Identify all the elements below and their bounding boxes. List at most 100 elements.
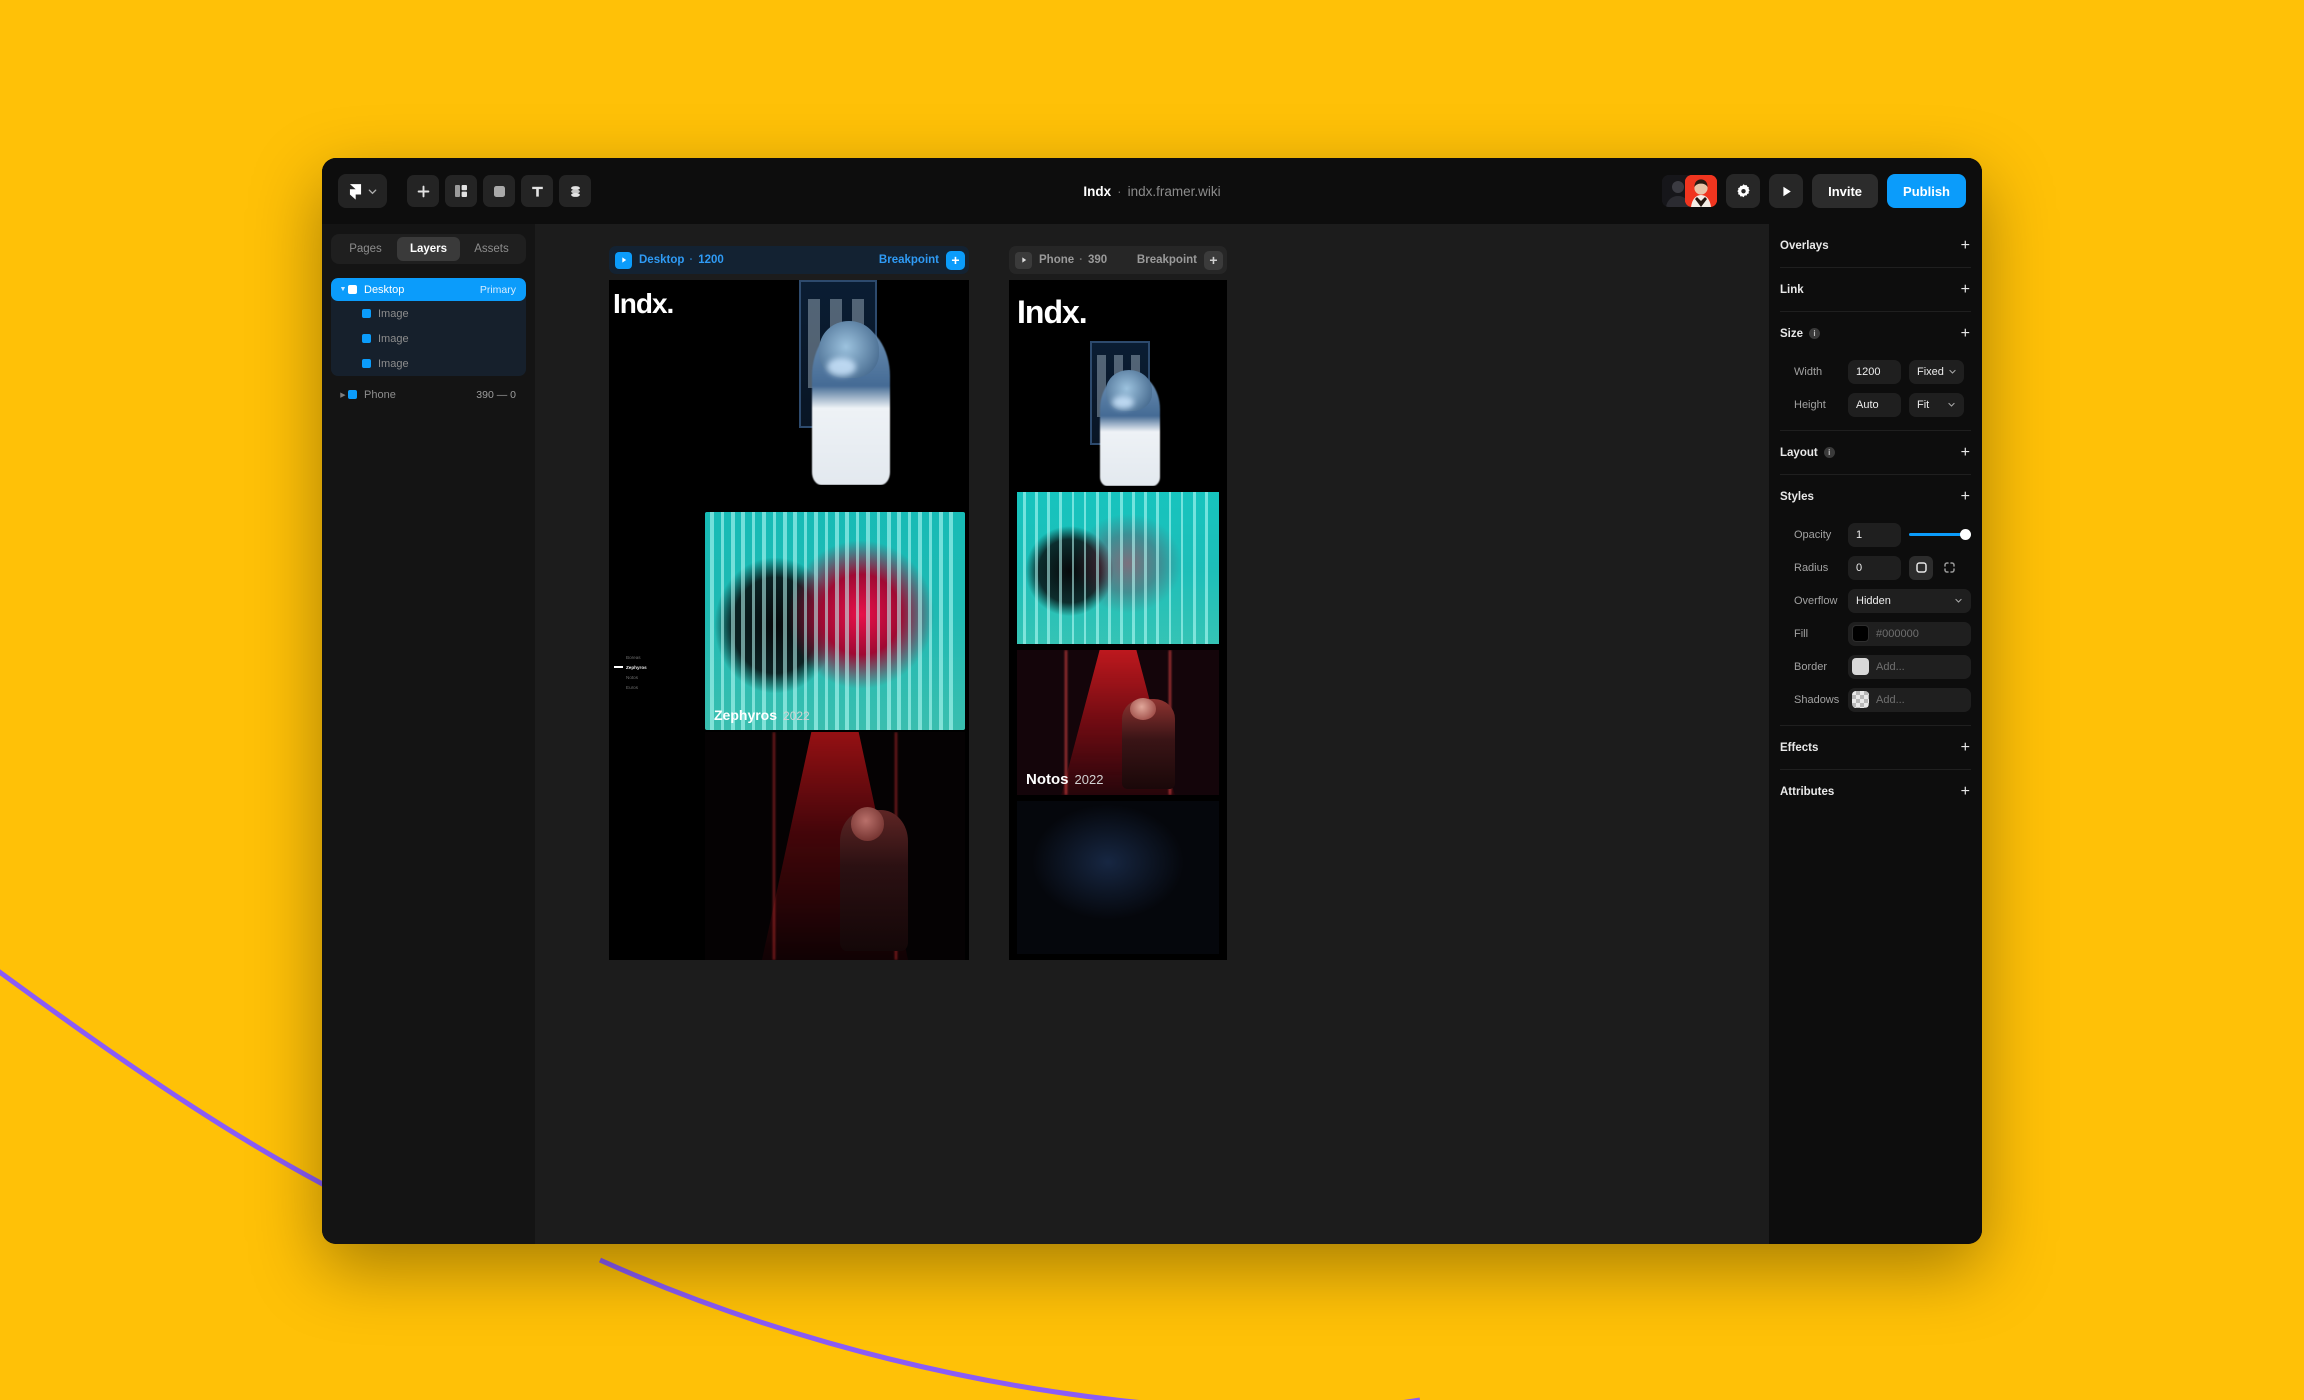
insert-button[interactable] — [407, 175, 439, 207]
shadows-control[interactable]: Add... — [1848, 687, 1971, 712]
design-canvas[interactable]: Desktop · 1200 Breakpoint + Indx. Boreas… — [535, 224, 1769, 1244]
frame-play-icon[interactable] — [615, 251, 632, 269]
disclosure-triangle-icon[interactable]: ▼ — [338, 286, 348, 293]
site-logo-phone: Indx. — [1017, 294, 1088, 330]
add-overlay-button[interactable]: + — [1960, 236, 1971, 256]
frame-breakpoint-label[interactable]: Breakpoint — [879, 254, 939, 266]
nav-item-zephyros[interactable]: Zephyros — [614, 662, 647, 672]
layer-badge: 390 — 0 — [476, 388, 516, 401]
shadows-placeholder: Add... — [1876, 693, 1905, 706]
radius-input[interactable]: 0 — [1848, 555, 1901, 580]
section-title: Styles — [1780, 490, 1814, 503]
section-overlays: Overlays + — [1780, 224, 1971, 267]
document-name: Indx — [1083, 183, 1112, 199]
artwork-vertical-bars — [705, 512, 965, 730]
frame-add-breakpoint-button[interactable]: + — [1204, 250, 1223, 270]
rounded-square-icon — [493, 185, 505, 197]
text-button[interactable] — [521, 175, 553, 207]
property-border: Border Add... — [1780, 650, 1971, 683]
framer-menu-button[interactable] — [338, 174, 387, 208]
frame-name: Desktop — [639, 254, 685, 266]
chevron-down-icon — [1955, 598, 1962, 603]
radius-individual-button[interactable] — [1937, 556, 1961, 580]
height-mode-select[interactable]: Fit — [1909, 392, 1964, 417]
caption-year: 2022 — [783, 709, 810, 723]
section-effects: Effects + — [1780, 726, 1971, 769]
height-input[interactable]: Auto — [1848, 392, 1901, 417]
layer-color-chip — [362, 359, 371, 368]
frame-add-breakpoint-button[interactable]: + — [946, 250, 965, 270]
stack-button[interactable] — [559, 175, 591, 207]
layer-color-chip — [362, 309, 371, 318]
border-color-swatch[interactable] — [1852, 658, 1869, 675]
tab-layers[interactable]: Layers — [397, 237, 460, 261]
property-overflow: Overflow Hidden — [1780, 584, 1971, 617]
add-size-button[interactable]: + — [1960, 324, 1971, 344]
layer-item-image-3[interactable]: Image — [331, 351, 526, 376]
caption-year: 2022 — [1074, 772, 1104, 787]
add-link-button[interactable]: + — [1960, 280, 1971, 300]
opacity-slider[interactable] — [1909, 523, 1971, 547]
collaborator-avatar-2[interactable] — [1685, 175, 1718, 207]
width-mode-select[interactable]: Fixed — [1909, 359, 1964, 384]
frame-breakpoint-label[interactable]: Breakpoint — [1137, 254, 1197, 266]
stack-layers-icon — [570, 185, 580, 197]
layout-button[interactable] — [445, 175, 477, 207]
preview-button[interactable] — [1769, 174, 1804, 208]
tab-assets[interactable]: Assets — [460, 237, 523, 261]
overflow-select[interactable]: Hidden — [1848, 588, 1971, 613]
property-label: Opacity — [1794, 528, 1832, 541]
frame-play-icon[interactable] — [1015, 251, 1032, 269]
section-layout: Layout i + — [1780, 431, 1971, 474]
artwork-blue-figure — [705, 280, 965, 485]
settings-button[interactable] — [1726, 174, 1761, 208]
info-icon[interactable]: i — [1809, 328, 1821, 339]
lower-image-red — [705, 732, 965, 960]
artwork-glow — [827, 357, 856, 377]
artwork-striped-portrait: Zephyros 2022 — [705, 512, 965, 730]
layer-label: Desktop — [364, 283, 405, 296]
radius-all-button[interactable] — [1909, 555, 1933, 580]
frame-button[interactable] — [483, 175, 515, 207]
invite-button[interactable]: Invite — [1812, 174, 1879, 208]
layer-item-desktop[interactable]: ▼ Desktop Primary — [331, 278, 526, 301]
image-caption-desktop: Zephyros 2022 — [714, 707, 810, 723]
property-radius: Radius 0 — [1780, 551, 1971, 584]
fill-value: #000000 — [1876, 627, 1919, 640]
fill-control[interactable]: #000000 — [1848, 621, 1971, 646]
disclosure-triangle-icon[interactable]: ▶ — [338, 391, 348, 399]
nav-item-boreas[interactable]: Boreas — [614, 652, 647, 662]
width-input[interactable]: 1200 — [1848, 359, 1901, 384]
collaborator-avatars — [1662, 175, 1718, 207]
shadow-color-swatch[interactable] — [1852, 691, 1869, 708]
overflow-value: Hidden — [1856, 594, 1891, 607]
gear-icon — [1736, 183, 1750, 197]
fill-color-swatch[interactable] — [1852, 625, 1869, 642]
border-control[interactable]: Add... — [1848, 654, 1971, 679]
tab-pages[interactable]: Pages — [334, 237, 397, 261]
property-shadows: Shadows Add... — [1780, 683, 1971, 716]
info-icon[interactable]: i — [1823, 447, 1835, 458]
add-style-button[interactable]: + — [1960, 487, 1971, 507]
add-attribute-button[interactable]: + — [1960, 782, 1971, 802]
property-height: Height Auto Fit — [1780, 388, 1971, 421]
nav-item-notos[interactable]: Notos — [614, 672, 647, 682]
frame-header-phone[interactable]: Phone · 390 Breakpoint + — [1009, 246, 1227, 274]
lower-image-red-phone: Notos 2022 — [1017, 650, 1219, 795]
layer-item-image-1[interactable]: Image — [331, 301, 526, 326]
plus-icon — [417, 185, 429, 197]
layer-item-phone[interactable]: ▶ Phone 390 — 0 — [331, 383, 526, 406]
add-layout-button[interactable]: + — [1960, 443, 1971, 463]
opacity-input[interactable]: 1 — [1848, 522, 1901, 547]
bottom-image-phone — [1017, 801, 1219, 954]
publish-button[interactable]: Publish — [1887, 174, 1966, 208]
nav-item-euros[interactable]: Euros — [614, 682, 647, 692]
section-title: Layout — [1780, 446, 1818, 459]
layer-item-image-2[interactable]: Image — [331, 326, 526, 351]
frame-header-desktop[interactable]: Desktop · 1200 Breakpoint + — [609, 246, 969, 274]
section-title: Size — [1780, 327, 1804, 340]
slider-knob[interactable] — [1960, 529, 1971, 540]
properties-panel: Overlays + Link + Size i + Width 1200 Fi… — [1769, 224, 1982, 1244]
add-effect-button[interactable]: + — [1960, 738, 1971, 758]
title-separator: · — [1117, 183, 1122, 199]
